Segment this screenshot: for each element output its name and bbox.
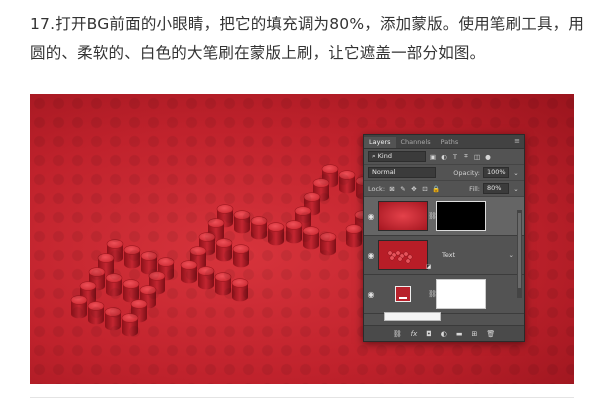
cylinder-shape: [345, 224, 363, 248]
layer-thumbnail: [378, 279, 428, 309]
search-icon: ⌕: [372, 152, 376, 160]
layer-row-text[interactable]: ◉ ◪ Text ⌄: [364, 236, 524, 275]
blend-mode-select[interactable]: Normal: [368, 167, 436, 178]
layer-row-bg[interactable]: ◉ ⛓: [364, 197, 524, 236]
visibility-eye-icon[interactable]: ◉: [364, 212, 378, 221]
cylinder-shape: [140, 251, 158, 275]
layer-mask-thumbnail[interactable]: [436, 201, 486, 231]
blend-opacity-row: Normal Opacity: 100% ⌄: [364, 165, 524, 181]
layer-name: Text: [442, 251, 456, 259]
swatch-icon: [395, 286, 411, 302]
cylinder-shape: [233, 210, 251, 234]
group-folder-icon[interactable]: ▬: [456, 330, 463, 338]
cylinder-shape: [250, 216, 268, 240]
fill-label: Fill:: [469, 184, 480, 193]
cylinder-shape: [121, 313, 139, 337]
lock-all-icon[interactable]: 🔒: [432, 185, 440, 193]
tab-channels[interactable]: Channels: [396, 137, 436, 148]
cylinder-shape: [338, 170, 356, 194]
smart-object-filter-icon[interactable]: ◫: [473, 153, 481, 161]
trash-icon[interactable]: 🗑: [486, 330, 495, 338]
visibility-eye-icon[interactable]: ◉: [364, 290, 378, 299]
panel-tabs: Layers Channels Paths ≡: [364, 135, 524, 149]
opacity-field[interactable]: 100%: [483, 167, 509, 178]
layer-thumbnail: [378, 201, 428, 231]
opacity-label: Opacity:: [453, 168, 480, 177]
shape-filter-icon[interactable]: ⌗: [462, 152, 470, 161]
layer-thumbnail: [378, 240, 428, 270]
tutorial-image: Layers Channels Paths ≡ ⌕ Kind ▣ ◐ T ⌗ ◫…: [30, 94, 574, 384]
layer-mask-thumbnail[interactable]: [436, 279, 486, 309]
step-instruction: 17.打开BG前面的小眼睛，把它的填充调为80%，添加蒙版。使用笔刷工具，用圆的…: [30, 15, 585, 62]
blend-mode-value: Normal: [372, 168, 396, 176]
cylinder-shape: [231, 278, 249, 302]
scroll-thumb[interactable]: [518, 213, 521, 288]
cylinder-shape: [302, 226, 320, 250]
cylinder-shape: [267, 222, 285, 246]
fill-field[interactable]: 80%: [483, 183, 509, 194]
kind-label: Kind: [377, 152, 392, 160]
layers-panel: Layers Channels Paths ≡ ⌕ Kind ▣ ◐ T ⌗ ◫…: [363, 134, 525, 342]
add-mask-icon[interactable]: ◘: [426, 330, 432, 338]
opacity-value: 100%: [487, 168, 506, 176]
cylinder-shape: [105, 273, 123, 297]
cylinder-shape: [319, 232, 337, 256]
type-filter-icon[interactable]: T: [451, 153, 459, 161]
cylinder-shape: [104, 307, 122, 331]
cylinder-shape: [87, 301, 105, 325]
link-layers-icon[interactable]: ⛓: [393, 330, 402, 338]
tab-layers[interactable]: Layers: [364, 137, 396, 148]
lock-position-icon[interactable]: ✥: [410, 185, 418, 193]
chevron-down-icon[interactable]: ⌄: [512, 185, 520, 193]
panel-footer: ⛓ fx ◘ ◐ ▬ ⊞ 🗑: [364, 325, 524, 341]
image-filter-icon[interactable]: ▣: [429, 153, 437, 161]
mask-link-icon[interactable]: ⛓: [428, 290, 437, 298]
layer-name-input[interactable]: [384, 312, 441, 321]
divider: [30, 397, 574, 398]
panel-scrollbar[interactable]: [517, 210, 522, 298]
new-layer-icon[interactable]: ⊞: [472, 330, 478, 338]
fill-value: 80%: [487, 184, 502, 192]
cylinder-shape: [122, 279, 140, 303]
kind-filter-select[interactable]: ⌕ Kind: [368, 151, 426, 162]
cylinder-shape: [180, 260, 198, 284]
cylinder-shape: [214, 272, 232, 296]
mask-link-icon[interactable]: ⛓: [428, 212, 437, 220]
lock-label: Lock:: [368, 184, 386, 193]
cylinder-shape: [123, 245, 141, 269]
layer-row-fill[interactable]: ◉ ⛓: [364, 275, 524, 314]
lock-image-icon[interactable]: ✎: [399, 185, 407, 193]
filter-row: ⌕ Kind ▣ ◐ T ⌗ ◫ ●: [364, 149, 524, 165]
smart-object-badge-icon: ◪: [426, 264, 432, 270]
cylinder-shape: [232, 244, 250, 268]
fx-icon[interactable]: fx: [411, 330, 418, 338]
visibility-eye-icon[interactable]: ◉: [364, 251, 378, 260]
lock-fill-row: Lock: ⊠ ✎ ✥ ⊡ 🔒 Fill: 80% ⌄: [364, 181, 524, 197]
adjustment-layer-icon[interactable]: ◐: [441, 330, 447, 338]
cylinder-shape: [70, 295, 88, 319]
tab-paths[interactable]: Paths: [436, 137, 464, 148]
filter-toggle-icon[interactable]: ●: [484, 153, 492, 161]
adjustment-filter-icon[interactable]: ◐: [440, 153, 448, 161]
chevron-down-icon[interactable]: ⌄: [512, 169, 520, 177]
panel-menu-icon[interactable]: ≡: [514, 137, 520, 145]
cylinder-shape: [197, 266, 215, 290]
cylinder-shape: [215, 238, 233, 262]
text-thumbnail-icon: [387, 250, 413, 264]
lock-transparent-icon[interactable]: ⊠: [388, 185, 396, 193]
expand-arrow-icon[interactable]: ⌄: [509, 251, 514, 259]
cylinder-shape: [285, 220, 303, 244]
lock-artboard-icon[interactable]: ⊡: [421, 185, 429, 193]
